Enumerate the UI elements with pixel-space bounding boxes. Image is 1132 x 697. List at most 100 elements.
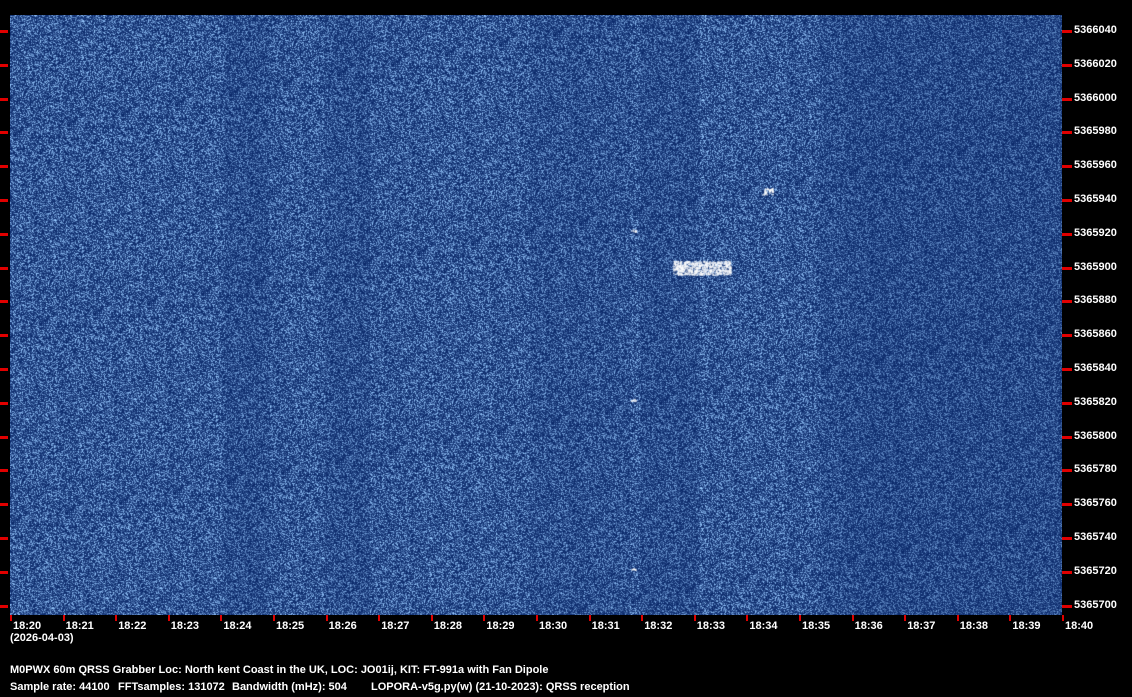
x-tick-label: 18:23 [170,620,199,632]
x-tick-label: 18:25 [276,620,305,632]
x-tick-label: 18:29 [486,620,515,632]
y-tick-left [0,232,8,236]
fft-samples: FFTsamples: 131072 [118,681,225,693]
y-tick-right [1062,266,1072,270]
y-tick-right [1062,165,1072,169]
y-tick-left [0,63,8,67]
y-tick-label: 5365800 [1074,429,1117,442]
y-tick-label: 5365980 [1074,125,1117,138]
x-tick [1062,615,1064,621]
y-tick-label: 5365880 [1074,294,1117,307]
x-tick [904,615,907,621]
x-tick [483,615,486,621]
x-tick-label: 18:36 [854,620,883,632]
x-tick-label: 18:32 [644,620,673,632]
sample-rate: Sample rate: 44100 [10,681,110,693]
y-tick-right [1062,97,1072,101]
x-tick-label: 18:30 [539,620,568,632]
y-tick-right [1062,401,1072,405]
x-tick [536,615,538,621]
y-tick-right [1062,570,1072,574]
x-tick-label: 18:21 [65,620,94,632]
y-tick-left [0,570,8,574]
y-tick-left [0,401,8,405]
x-tick-label: 18:31 [591,620,620,632]
y-tick-left [0,334,8,338]
y-tick-right [1062,604,1072,608]
y-tick-label: 5365920 [1074,226,1117,239]
x-tick-label: 18:35 [802,620,831,632]
y-tick-label: 5365900 [1074,260,1117,273]
date-label: (2026-04-03) [10,632,74,644]
x-tick-label: 18:37 [907,620,936,632]
y-tick-right [1062,300,1072,304]
y-tick-label: 5365840 [1074,362,1117,374]
y-tick-label: 5366000 [1074,91,1117,104]
y-tick-right [1062,199,1072,202]
x-tick [220,615,223,621]
y-tick-left [0,503,8,507]
x-tick [693,615,696,621]
y-tick-right [1062,30,1072,33]
y-tick-label: 5365720 [1074,564,1117,577]
y-tick-left [0,266,8,270]
y-tick-label: 5365820 [1074,395,1117,408]
y-tick-right [1062,503,1072,507]
x-tick-label: 18:27 [381,620,410,632]
x-tick [167,615,170,621]
x-tick [1009,615,1012,621]
y-tick-left [0,131,8,135]
y-tick-left [0,537,8,540]
x-tick-label: 18:39 [1012,620,1041,632]
x-tick [273,615,275,621]
x-tick [641,615,644,621]
y-tick-left [0,435,8,439]
station-info: M0PWX 60m QRSS Grabber Loc: North kent C… [10,664,549,676]
x-tick [746,615,749,621]
y-tick-left [0,165,8,169]
y-tick-right [1062,368,1072,371]
x-tick-label: 18:33 [696,620,725,632]
y-tick-left [0,199,8,202]
x-tick [588,615,591,621]
y-tick-left [0,300,8,304]
y-tick-left [0,604,8,608]
y-tick-left [0,97,8,101]
x-tick [10,615,12,621]
y-tick-right [1062,435,1072,439]
x-tick [851,615,854,621]
x-tick-label: 18:38 [959,620,988,632]
x-tick [956,615,959,621]
x-tick-label: 18:24 [223,620,252,632]
y-tick-label: 5365700 [1074,598,1117,611]
y-tick-label: 5365860 [1074,328,1117,341]
y-tick-left [0,368,8,371]
y-tick-left [0,30,8,33]
x-tick-label: 18:26 [328,620,357,632]
y-tick-label: 5365740 [1074,531,1117,543]
y-tick-right [1062,232,1072,236]
y-tick-right [1062,131,1072,135]
x-tick-label: 18:28 [433,620,462,632]
software-version: LOPORA-v5g.py(w) (21-10-2023): QRSS rece… [371,681,630,693]
x-tick [378,615,381,621]
y-tick-label: 5366020 [1074,57,1117,70]
y-tick-right [1062,469,1072,473]
x-tick [799,615,801,621]
x-tick [430,615,433,621]
x-tick-label: 18:34 [749,620,778,632]
y-tick-label: 5365940 [1074,193,1117,205]
y-tick-label: 5365760 [1074,497,1117,510]
x-tick-label: 18:40 [1065,620,1094,632]
waterfall-spectrogram [10,15,1062,615]
x-tick [115,615,118,621]
y-tick-label: 5365960 [1074,159,1117,172]
y-tick-left [0,469,8,473]
x-tick-label: 18:20 [13,620,42,632]
y-tick-right [1062,537,1072,540]
y-tick-label: 5366040 [1074,24,1117,36]
y-tick-label: 5365780 [1074,463,1117,476]
x-tick-label: 18:22 [118,620,147,632]
y-tick-right [1062,334,1072,338]
y-tick-right [1062,63,1072,67]
